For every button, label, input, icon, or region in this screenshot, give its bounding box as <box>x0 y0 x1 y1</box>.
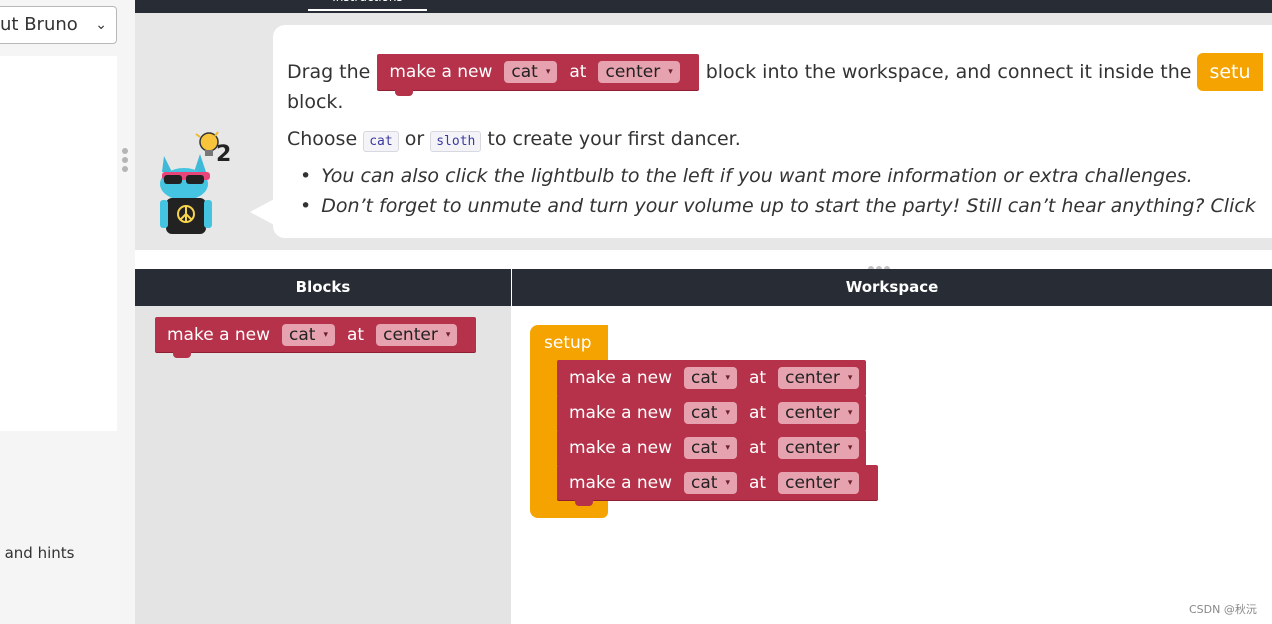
dropdown-arrow-icon: ▾ <box>847 477 853 488</box>
app-root: out Bruno ⌄ s and hints Instructions Dra… <box>0 0 1272 624</box>
block-make-label: make a new <box>167 324 271 345</box>
block-make-label: make a new <box>389 62 493 82</box>
instruction-bullet-2: Don’t forget to unmute and turn your vol… <box>300 195 1256 217</box>
instruction-line-1: Drag the make a new cat ▾ at center ▾ bloc… <box>287 53 1263 96</box>
inline-make-block: make a new cat ▾ at center ▾ <box>377 54 699 96</box>
workspace-make-block[interactable]: make a new cat ▾ at center ▾ <box>557 430 867 465</box>
code-sloth: sloth <box>430 131 482 152</box>
block-make-label: make a new <box>569 437 673 458</box>
workspace-make-block[interactable]: make a new cat ▾ at center ▾ <box>557 395 867 430</box>
toolbox-make-block[interactable]: make a new cat ▾ at center ▾ <box>155 317 477 358</box>
dancer-dropdown[interactable]: cat ▾ <box>684 471 738 494</box>
lightbulb-icon[interactable] <box>195 131 219 156</box>
position-dropdown[interactable]: center ▾ <box>778 366 860 389</box>
code-cat: cat <box>363 131 399 152</box>
block-make-label: make a new <box>569 472 673 493</box>
workspace-make-block[interactable]: make a new cat ▾ at center ▾ <box>557 465 879 506</box>
choose-suffix: to create your first dancer. <box>487 128 741 150</box>
position-dropdown[interactable]: center ▾ <box>376 323 458 346</box>
dropdown-arrow-icon: ▾ <box>847 442 853 453</box>
block-at-label: at <box>569 62 587 82</box>
sidebar-preview-panel <box>0 56 117 431</box>
hint-count-badge: 2 <box>216 142 232 167</box>
dropdown-arrow-icon: ▾ <box>725 477 731 488</box>
chevron-down-icon: ⌄ <box>95 17 107 33</box>
setup-block-label: setup <box>544 333 592 353</box>
sidebar-hint-text: s and hints <box>0 544 75 562</box>
instruction-choose-line: Choose cat or sloth to create your first… <box>287 128 741 152</box>
dancer-value: cat <box>691 437 718 458</box>
blocks-header: Blocks <box>135 269 511 306</box>
inline-dancer-field: cat ▾ <box>504 61 558 83</box>
position-dropdown[interactable]: center ▾ <box>778 401 860 424</box>
block-at-label: at <box>749 402 767 423</box>
vertical-resize-handle[interactable] <box>122 148 129 175</box>
level-select[interactable]: out Bruno ⌄ <box>0 6 117 44</box>
dancer-value: cat <box>289 324 316 345</box>
workspace-header: Workspace <box>512 269 1272 306</box>
instruction-connect-text: block into the workspace, and connect it… <box>705 61 1192 83</box>
horizontal-resize-handle[interactable] <box>868 257 892 272</box>
dancer-value: cat <box>691 402 718 423</box>
dancer-dropdown[interactable]: cat ▾ <box>684 366 738 389</box>
position-dropdown[interactable]: center ▾ <box>778 471 860 494</box>
dancer-value: cat <box>691 472 718 493</box>
position-value: center <box>785 402 840 423</box>
dropdown-arrow-icon: ▾ <box>725 407 731 418</box>
block-at-label: at <box>749 472 767 493</box>
dancer-dropdown[interactable]: cat ▾ <box>684 436 738 459</box>
dropdown-arrow-icon: ▾ <box>725 372 731 383</box>
instruction-line-2: block. <box>287 91 344 113</box>
inline-setup-block: setu <box>1197 53 1263 91</box>
workspace-make-block[interactable]: make a new cat ▾ at center ▾ <box>557 360 867 395</box>
position-value: center <box>785 437 840 458</box>
block-make-label: make a new <box>569 402 673 423</box>
dropdown-arrow-icon: ▾ <box>445 329 451 340</box>
block-make-label: make a new <box>569 367 673 388</box>
choose-prefix: Choose <box>287 128 358 150</box>
instructions-header-bar: Instructions <box>135 0 1272 13</box>
dropdown-arrow-icon: ▾ <box>668 67 673 77</box>
choose-or: or <box>404 128 425 150</box>
position-value: center <box>605 62 661 82</box>
dancer-dropdown[interactable]: cat ▾ <box>684 401 738 424</box>
dropdown-arrow-icon: ▾ <box>545 67 551 77</box>
block-at-label: at <box>749 437 767 458</box>
instruction-bullet-1: You can also click the lightbulb to the … <box>300 165 1193 187</box>
level-select-value: out Bruno <box>0 14 78 35</box>
position-value: center <box>785 472 840 493</box>
watermark-text: CSDN @秋沅 <box>1189 603 1257 616</box>
left-sidebar: out Bruno ⌄ s and hints <box>0 0 135 624</box>
dancer-dropdown[interactable]: cat ▾ <box>282 323 336 346</box>
position-value: center <box>785 367 840 388</box>
tab-instructions[interactable]: Instructions <box>308 0 427 11</box>
position-dropdown[interactable]: center ▾ <box>778 436 860 459</box>
dropdown-arrow-icon: ▾ <box>323 329 329 340</box>
dropdown-arrow-icon: ▾ <box>847 372 853 383</box>
inline-position-field: center ▾ <box>598 61 680 83</box>
cat-avatar-icon <box>160 131 219 234</box>
position-value: center <box>383 324 438 345</box>
dropdown-arrow-icon: ▾ <box>847 407 853 418</box>
dropdown-arrow-icon: ▾ <box>725 442 731 453</box>
block-at-label: at <box>347 324 365 345</box>
dancer-value: cat <box>511 62 538 82</box>
block-at-label: at <box>749 367 767 388</box>
blocks-toolbox <box>135 306 511 624</box>
dancer-value: cat <box>691 367 718 388</box>
instruction-drag-text: Drag the <box>287 61 371 83</box>
